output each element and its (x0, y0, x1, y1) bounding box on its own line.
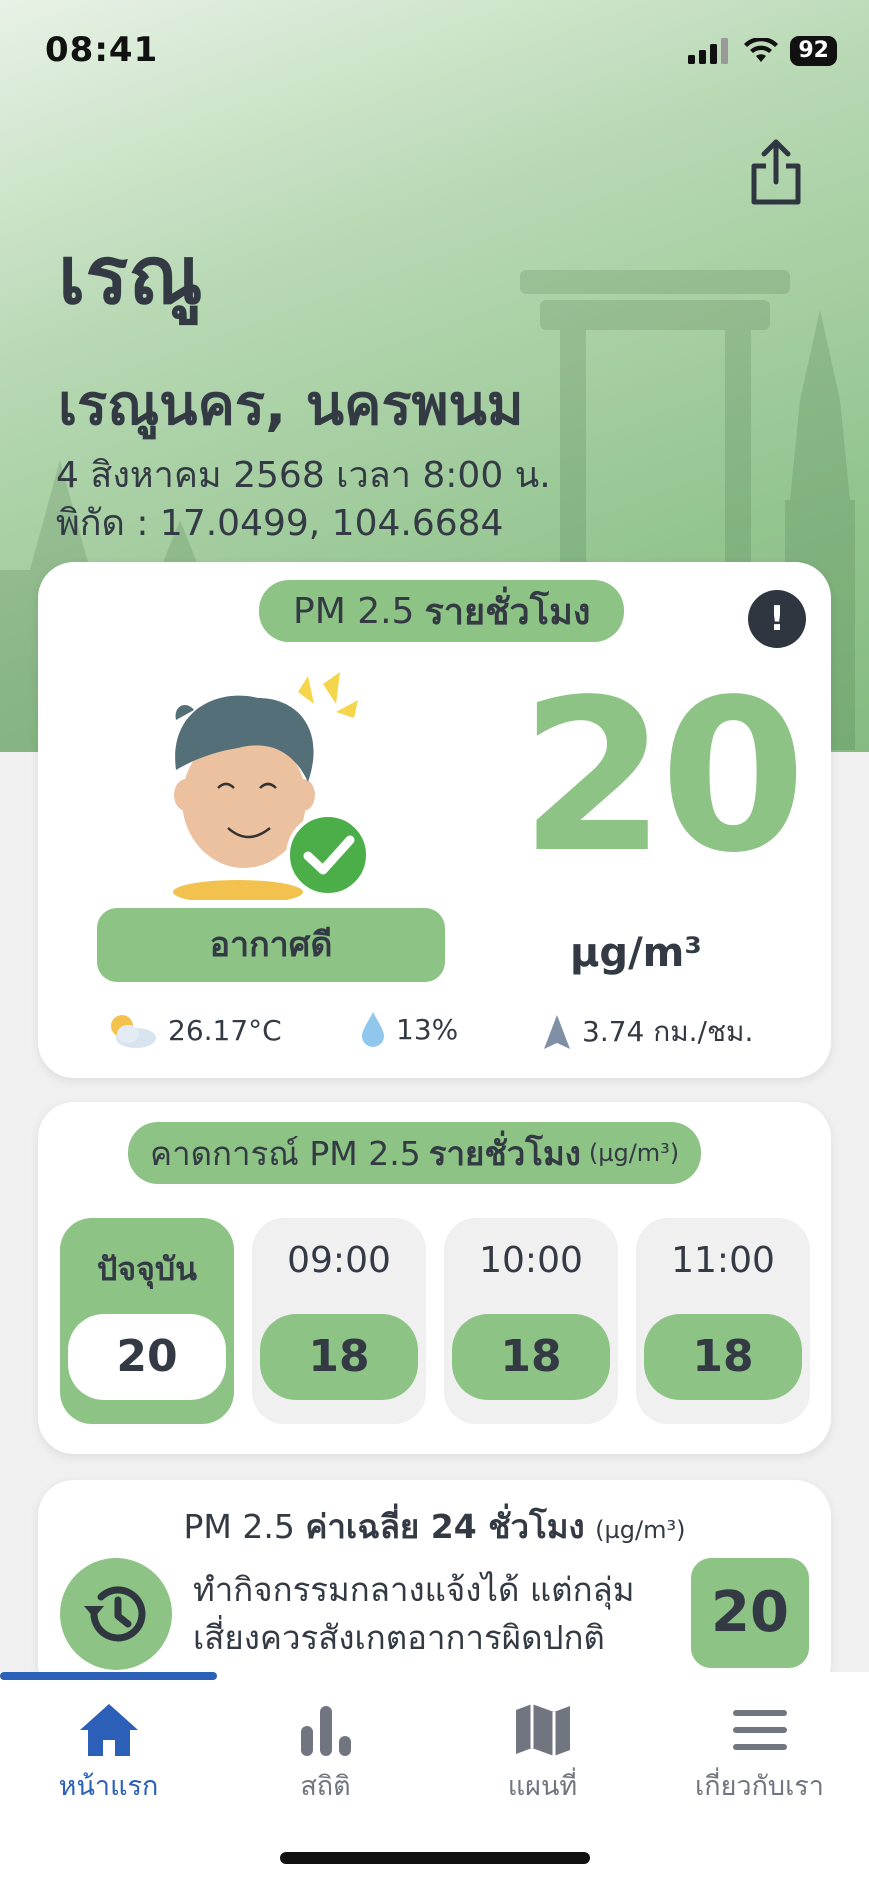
forecast-time: 09:00 (287, 1240, 391, 1281)
health-advice-line: ทำกิจกรรมกลางแจ้งได้ แต่กลุ่ม (193, 1570, 635, 1609)
pm25-24h-average-card: PM 2.5 ค่าเฉลี่ย 24 ชั่วโมง (µg/m³) ทำกิ… (38, 1480, 831, 1700)
humidity-value: 13% (396, 1012, 459, 1046)
forecast-slot-current[interactable]: ปัจจุบัน 20 (60, 1218, 234, 1424)
pm25-hourly-card: PM 2.5 รายชั่วโมง ! อากาศดี 20 µg/m³ 26.… (38, 562, 831, 1078)
tab-map[interactable]: แผนที่ (434, 1702, 651, 1822)
wind-direction-icon (544, 1015, 570, 1049)
humidity-item: 13% (360, 1010, 458, 1048)
tab-label: หน้าแรก (58, 1771, 159, 1802)
history-button[interactable] (60, 1558, 172, 1670)
tab-about[interactable]: เกี่ยวกับเรา (651, 1702, 868, 1822)
good-air-mascot-icon (173, 672, 370, 900)
battery-indicator: 92 (790, 36, 837, 66)
bottom-tab-bar: หน้าแรก สถิติ แผนที่ เกี่ยวกับเรา (0, 1672, 869, 1882)
home-indicator[interactable] (280, 1852, 590, 1864)
weather-row: 26.17°C 13% 3.74 กม./ชม. (38, 1010, 831, 1060)
partly-cloudy-icon (111, 1015, 156, 1048)
tab-label: แผนที่ (507, 1771, 578, 1802)
forecast-time: 11:00 (671, 1240, 775, 1281)
forecast-slot[interactable]: 11:00 18 (636, 1218, 810, 1424)
station-full-name: เรณูนคร, นครพนม (58, 373, 524, 438)
forecast-slot[interactable]: 10:00 18 (444, 1218, 618, 1424)
pm25-hourly-header: PM 2.5 รายชั่วโมง (259, 580, 625, 642)
tab-home[interactable]: หน้าแรก (0, 1702, 217, 1822)
tab-statistics[interactable]: สถิติ (217, 1702, 434, 1822)
temperature-value: 26.17°C (168, 1013, 282, 1047)
bar-chart-icon (300, 1706, 351, 1756)
status-icons: 92 (688, 36, 837, 66)
status-bar: 08:41 92 (0, 0, 869, 110)
station-coordinates: พิกัด : 17.0499, 104.6684 (56, 503, 504, 544)
active-tab-indicator (0, 1672, 217, 1680)
temperature-item: 26.17°C (104, 1010, 282, 1050)
info-button[interactable]: ! (748, 590, 806, 648)
share-button[interactable] (748, 138, 804, 208)
pm25-hourly-header-prefix: PM 2.5 (293, 590, 415, 632)
pm25-unit: µg/m³ (570, 930, 702, 976)
forecast-value: 18 (452, 1314, 610, 1400)
wifi-icon (744, 38, 779, 62)
share-icon (751, 139, 801, 205)
tab-label: สถิติ (300, 1771, 351, 1802)
forecast-value: 20 (68, 1314, 226, 1400)
health-advice-line: เสี่ยงควรสังเกตอาการผิดปกติ (193, 1618, 605, 1657)
wind-speed-value: 3.74 กม./ชม. (582, 1015, 754, 1048)
pm25-value: 20 (519, 654, 806, 899)
home-icon (79, 1704, 138, 1756)
station-short-name: เรณู (58, 229, 203, 322)
forecast-header-unit: (µg/m³) (588, 1139, 680, 1167)
forecast-value: 18 (644, 1314, 802, 1400)
air-quality-label: อากาศดี (97, 908, 445, 982)
average-header: PM 2.5 ค่าเฉลี่ย 24 ชั่วโมง (µg/m³) (38, 1500, 831, 1553)
history-icon (84, 1586, 146, 1642)
forecast-header-prefix: คาดการณ์ PM 2.5 (150, 1133, 421, 1173)
average-header-unit: (µg/m³) (595, 1516, 686, 1544)
menu-icon (732, 1710, 787, 1750)
status-time: 08:41 (45, 30, 159, 70)
info-icon: ! (769, 599, 785, 639)
pm25-forecast-card: คาดการณ์ PM 2.5 รายชั่วโมง (µg/m³) ปัจจุ… (38, 1102, 831, 1454)
average-header-prefix: PM 2.5 (183, 1507, 295, 1546)
forecast-time: 10:00 (479, 1240, 583, 1281)
wind-item: 3.74 กม./ชม. (542, 1010, 753, 1054)
forecast-time: ปัจจุบัน (97, 1250, 197, 1288)
forecast-header: คาดการณ์ PM 2.5 รายชั่วโมง (µg/m³) (128, 1122, 702, 1184)
forecast-header-bold: รายชั่วโมง (428, 1133, 581, 1173)
water-drop-icon (362, 1012, 384, 1047)
forecast-slot[interactable]: 09:00 18 (252, 1218, 426, 1424)
average-value: 20 (691, 1558, 809, 1668)
health-advice: ทำกิจกรรมกลางแจ้งได้ แต่กลุ่ม เสี่ยงควรส… (193, 1566, 713, 1662)
tab-label: เกี่ยวกับเรา (695, 1771, 824, 1802)
cellular-signal-icon (688, 38, 729, 64)
map-icon (515, 1704, 570, 1756)
average-header-bold: ค่าเฉลี่ย 24 ชั่วโมง (305, 1507, 585, 1546)
forecast-value: 18 (260, 1314, 418, 1400)
pm25-hourly-header-bold: รายชั่วโมง (424, 591, 591, 633)
